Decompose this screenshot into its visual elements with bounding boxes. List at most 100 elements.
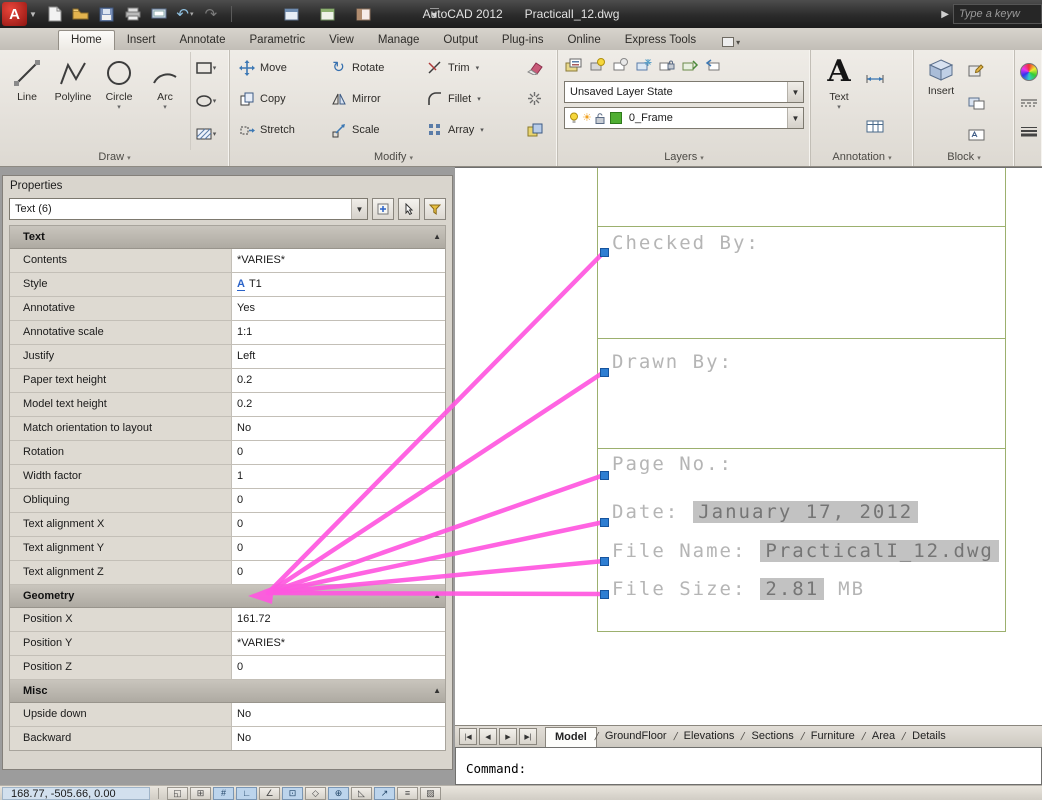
ortho-mode-toggle[interactable]: ∟ [236,787,257,800]
save-icon[interactable] [97,4,117,24]
infer-constraints-toggle[interactable]: ◱ [167,787,188,800]
section-collapse-icon[interactable]: ▲ [433,680,441,702]
toggle-pickadd-button[interactable] [372,198,394,220]
app-menu-arrow-icon[interactable]: ▼ [29,10,37,19]
field-value[interactable]: 2.81 [760,578,825,600]
selection-grip[interactable] [600,557,609,566]
selection-grip[interactable] [600,368,609,377]
coordinate-readout[interactable]: 168.77, -505.66, 0.00 [2,787,150,800]
property-value[interactable]: *VARIES* [232,632,445,655]
show-transparency-toggle[interactable]: ▨ [420,787,441,800]
new-file-icon[interactable] [45,4,65,24]
layout-tab-elevations[interactable]: Elevations [675,727,744,746]
layer-color-swatch[interactable] [609,112,622,124]
field-value[interactable]: PracticalI_12.dwg [760,540,999,562]
mirror-button[interactable]: Mirror [330,90,426,107]
selection-grip[interactable] [600,590,609,599]
undo-icon[interactable]: ↶ ▾ [175,4,195,24]
table-icon[interactable] [866,120,884,133]
layers-panel-label[interactable]: Layers ▾ [558,150,810,166]
block-panel-label[interactable]: Block ▾ [914,150,1014,166]
property-value[interactable]: No [232,417,445,440]
select-objects-button[interactable] [398,198,420,220]
draw-panel-label[interactable]: Draw ▾ [0,150,229,166]
ribbon-tab-output[interactable]: Output [431,31,490,50]
ribbon-tab-parametric[interactable]: Parametric [238,31,318,50]
ribbon-tab-plug-ins[interactable]: Plug-ins [490,31,556,50]
print-preview-icon[interactable] [149,4,169,24]
layer-isolate-icon[interactable] [612,57,630,73]
selection-grip[interactable] [600,471,609,480]
linetype-icon[interactable] [1020,98,1038,108]
section-header-geometry[interactable]: Geometry ▲ [10,585,445,608]
line-button[interactable]: Line [4,52,50,150]
create-block-icon[interactable] [968,63,985,77]
sheet-set-icon[interactable] [318,4,338,24]
plot-icon[interactable] [123,4,143,24]
layer-off-icon[interactable] [589,57,607,73]
text-flyout-arrow-icon[interactable]: ▾ [837,103,841,111]
workspace-icon[interactable] [282,4,302,24]
section-collapse-icon[interactable]: ▲ [433,226,441,248]
ribbon-tab-home[interactable]: Home [58,30,115,50]
section-header-misc[interactable]: Misc ▲ [10,680,445,703]
drawing-text-checked-by[interactable]: Checked By: [612,232,760,254]
property-value[interactable]: 0.2 [232,393,445,416]
ribbon-tab-express-tools[interactable]: Express Tools [613,31,708,50]
scale-button[interactable]: Scale [330,121,426,138]
selection-dropdown-arrow-icon[interactable]: ▼ [351,199,367,219]
ribbon-tab-view[interactable]: View [317,31,366,50]
layer-unlock-icon[interactable] [595,112,605,124]
selection-grip[interactable] [600,248,609,257]
section-collapse-icon[interactable]: ▲ [433,585,441,607]
show-lineweight-toggle[interactable]: ≡ [397,787,418,800]
ribbon-tab-online[interactable]: Online [555,31,612,50]
move-button[interactable]: Move [238,59,330,76]
array-button[interactable]: Array ▾ [426,121,526,138]
drawing-text-file-name[interactable]: File Name: PracticalI_12.dwg [612,540,999,562]
command-window[interactable]: Command: [455,747,1042,785]
arc-button[interactable]: Arc ▾ [142,52,188,150]
autocad-logo-icon[interactable]: A [2,2,27,26]
layer-on-bulb-icon[interactable] [569,112,579,124]
copy-button[interactable]: Copy [238,90,330,107]
property-value[interactable]: 0 [232,489,445,512]
next-tab-button[interactable]: ▶ [499,728,517,745]
property-value[interactable]: 0.2 [232,369,445,392]
layer-previous-icon[interactable] [704,57,722,73]
fillet-button[interactable]: Fillet ▾ [426,90,526,107]
qat-customize-icon[interactable]: ▼ [429,8,439,20]
ellipse-flyout-button[interactable]: ▾ [195,95,216,107]
property-value[interactable]: 1:1 [232,321,445,344]
open-file-icon[interactable] [71,4,91,24]
lineweight-icon[interactable] [1020,126,1038,137]
layout-tab-details[interactable]: Details [903,727,955,746]
annotation-panel-label[interactable]: Annotation ▾ [811,150,913,166]
layer-match-icon[interactable] [681,57,699,73]
layer-properties-icon[interactable] [564,56,584,74]
polar-tracking-toggle[interactable]: ∠ [259,787,280,800]
property-value[interactable]: No [232,727,445,750]
explode-icon[interactable] [526,90,543,107]
drawing-canvas[interactable]: Checked By: Drawn By: Page No.: Date: Januar… [455,167,1042,725]
ribbon-minimize-button[interactable]: ▾ [722,37,740,47]
layout-tab-furniture[interactable]: Furniture [802,727,864,746]
modify-panel-label[interactable]: Modify ▾ [230,150,557,166]
edit-block-icon[interactable] [968,96,985,110]
trim-button[interactable]: Trim ▾ [426,59,526,76]
layout-tab-model[interactable]: Model [545,726,597,747]
dynamic-input-toggle[interactable]: ↗ [374,787,395,800]
layout-tab-area[interactable]: Area [863,727,904,746]
polyline-button[interactable]: Polyline [50,52,96,150]
property-value[interactable]: 0 [232,656,445,679]
dimension-icon[interactable] [865,71,885,85]
object-snap-tracking-toggle[interactable]: ⊕ [328,787,349,800]
property-value[interactable]: Yes [232,297,445,320]
layer-dropdown[interactable]: ☀ 0_Frame ▼ [564,107,804,129]
drawing-text-drawn-by[interactable]: Drawn By: [612,351,733,373]
grid-display-toggle[interactable]: # [213,787,234,800]
field-value[interactable]: January 17, 2012 [693,501,919,523]
layout-tab-sections[interactable]: Sections [743,727,803,746]
rectangle-flyout-button[interactable]: ▾ [195,62,216,75]
property-value[interactable]: 0 [232,441,445,464]
